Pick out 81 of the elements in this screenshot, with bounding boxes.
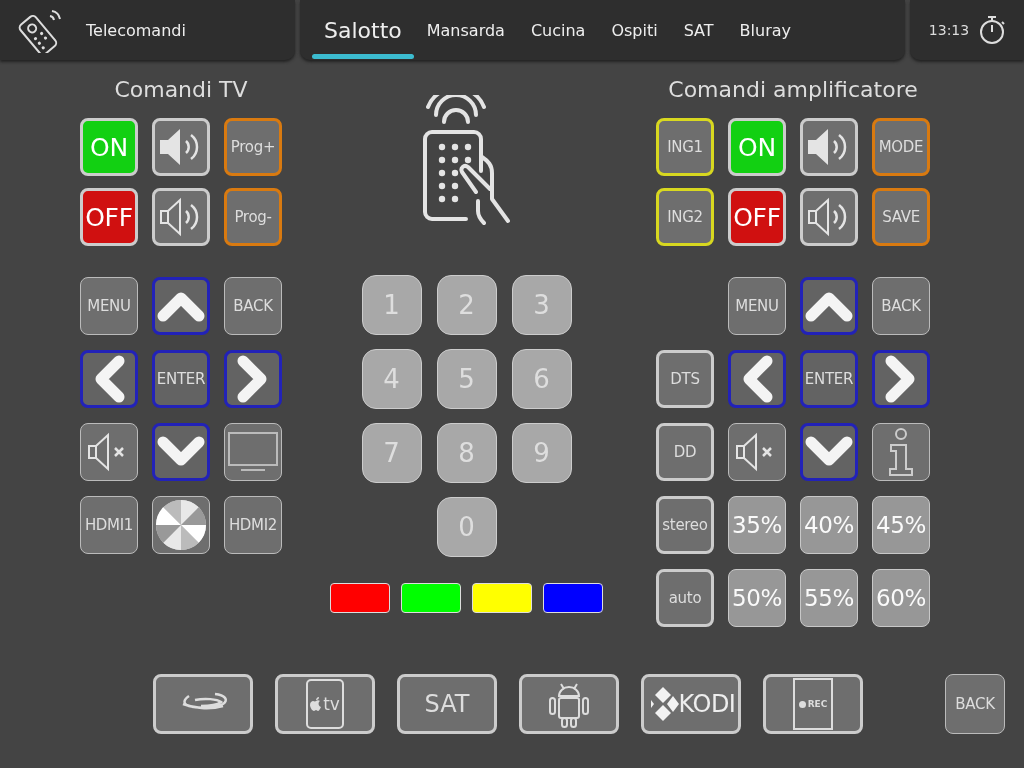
speaker-button[interactable] — [800, 188, 858, 246]
stopwatch-icon[interactable] — [979, 15, 1006, 45]
remote-button[interactable]: OFF — [728, 188, 786, 246]
remote-button[interactable]: HDMI1 — [80, 496, 138, 554]
speaker-button[interactable] — [800, 118, 858, 176]
color-key[interactable] — [330, 583, 390, 613]
remote-button[interactable]: 55% — [800, 569, 858, 627]
remote-button[interactable]: ENTER — [800, 350, 858, 408]
remote-button[interactable]: 40% — [800, 496, 858, 554]
apple-icon — [310, 697, 323, 711]
chevron-right-button[interactable] — [872, 350, 930, 408]
remote-button[interactable]: BACK — [872, 277, 930, 335]
chevron-down-icon — [805, 436, 853, 468]
room-tab[interactable]: Ospiti — [598, 0, 671, 60]
remote-button[interactable]: MODE — [872, 118, 930, 176]
apple-tv-logo: tv — [306, 679, 344, 729]
mute-button[interactable] — [728, 423, 786, 481]
mute-button[interactable] — [80, 423, 138, 481]
source-button[interactable] — [519, 674, 619, 734]
chevron-up-icon — [805, 290, 853, 322]
disc-button[interactable] — [152, 496, 210, 554]
room-tab[interactable]: Bluray — [726, 0, 804, 60]
remote-button[interactable]: DTS — [656, 350, 714, 408]
remote-button[interactable]: MENU — [728, 277, 786, 335]
color-key[interactable] — [543, 583, 603, 613]
panel-title: Comandi amplificatore — [667, 76, 919, 104]
room-tab[interactable]: Salotto — [312, 0, 414, 60]
remote-button[interactable]: 50% — [728, 569, 786, 627]
info-icon — [886, 427, 916, 477]
chevron-up-icon — [157, 290, 205, 322]
color-key[interactable] — [401, 583, 461, 613]
speaker-button[interactable] — [152, 188, 210, 246]
remote-button[interactable]: ING2 — [656, 188, 714, 246]
rec-logo: REC — [793, 678, 833, 730]
source-button[interactable]: SAT — [397, 674, 497, 734]
chevron-right-icon — [885, 355, 917, 403]
source-button[interactable]: KODI — [641, 674, 741, 734]
chevron-left-icon — [741, 355, 773, 403]
remote-button[interactable]: 45% — [872, 496, 930, 554]
chevron-left-button[interactable] — [80, 350, 138, 408]
tv-icon — [227, 431, 279, 473]
room-tab[interactable]: Mansarda — [413, 0, 518, 60]
tv-button[interactable] — [224, 423, 282, 481]
chevron-right-button[interactable] — [224, 350, 282, 408]
color-key[interactable] — [472, 583, 532, 613]
remote-button[interactable]: Prog+ — [224, 118, 282, 176]
remote-button[interactable]: ON — [728, 118, 786, 176]
room-tab[interactable]: Cucina — [517, 0, 599, 60]
remote-button[interactable]: ING1 — [656, 118, 714, 176]
chevron-up-button[interactable] — [152, 277, 210, 335]
source-button[interactable] — [153, 674, 253, 734]
chevron-up-button[interactable] — [800, 277, 858, 335]
room-tab[interactable]: SAT — [670, 0, 727, 60]
remote-button[interactable]: auto — [656, 569, 714, 627]
remote-button[interactable]: 35% — [728, 496, 786, 554]
app-title: Telecomandi — [86, 20, 186, 40]
remote-button[interactable]: ENTER — [152, 350, 210, 408]
remote-button[interactable]: Prog- — [224, 188, 282, 246]
remote-button[interactable]: stereo — [656, 496, 714, 554]
chevron-down-button[interactable] — [152, 423, 210, 481]
chevron-down-icon — [157, 436, 205, 468]
remote-button[interactable]: HDMI2 — [224, 496, 282, 554]
remote-button[interactable]: BACK — [224, 277, 282, 335]
speaker-button[interactable] — [152, 118, 210, 176]
remote-button[interactable]: OFF — [80, 188, 138, 246]
clock-time: 13:13 — [928, 22, 970, 38]
remote-button[interactable]: 60% — [872, 569, 930, 627]
chevron-down-button[interactable] — [800, 423, 858, 481]
disc-icon — [155, 499, 207, 551]
chevron-right-icon — [237, 355, 269, 403]
remote-button[interactable]: SAVE — [872, 188, 930, 246]
remote-button[interactable]: MENU — [80, 277, 138, 335]
back-button[interactable]: BACK — [945, 674, 1005, 734]
source-button[interactable]: tv — [275, 674, 375, 734]
info-button[interactable] — [872, 423, 930, 481]
panel-title: Comandi TV — [113, 76, 249, 104]
remote-button[interactable]: ON — [80, 118, 138, 176]
source-button[interactable]: REC — [763, 674, 863, 734]
chevron-left-button[interactable] — [728, 350, 786, 408]
chevron-left-icon — [93, 355, 125, 403]
remote-button[interactable]: DD — [656, 423, 714, 481]
